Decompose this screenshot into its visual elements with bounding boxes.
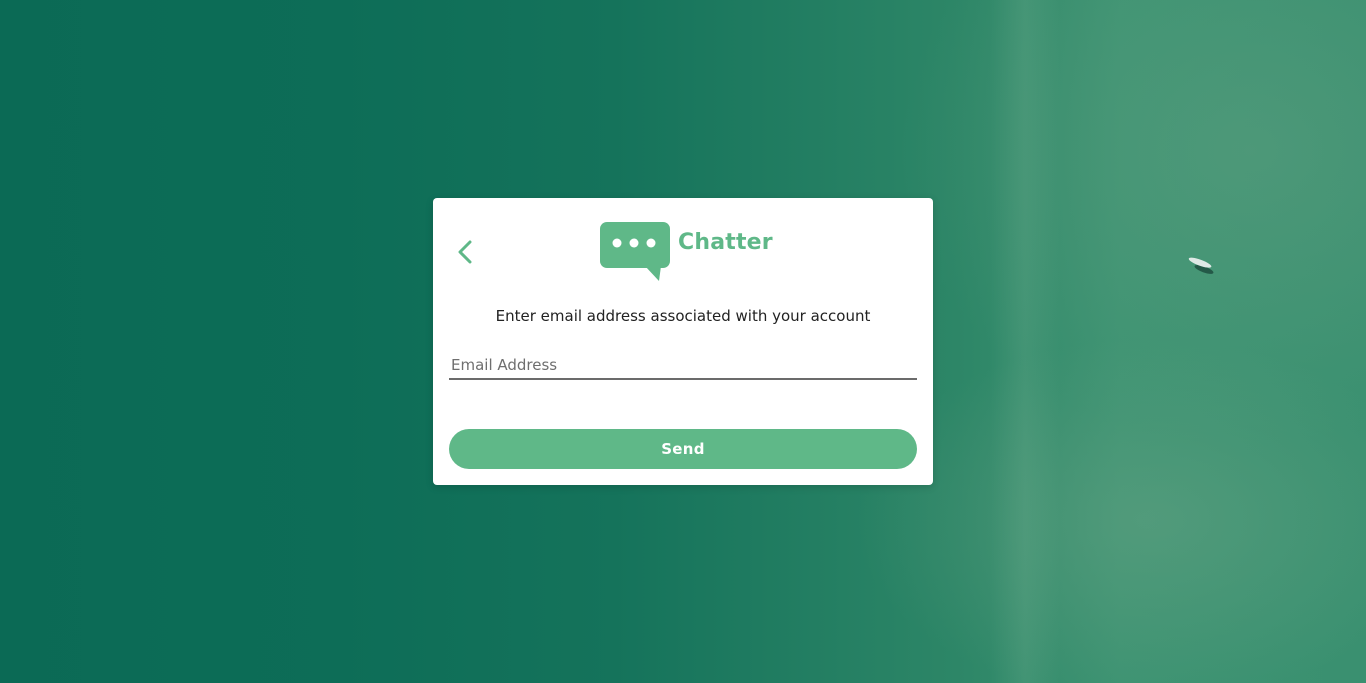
- brand-name: Chatter: [678, 230, 773, 255]
- send-button[interactable]: Send: [449, 429, 917, 469]
- chat-bubble-icon: [600, 222, 670, 281]
- back-button[interactable]: [451, 238, 479, 266]
- shoreline-waves: [990, 0, 1060, 683]
- forgot-password-card: Chatter Enter email address associated w…: [433, 198, 933, 485]
- instruction-text: Enter email address associated with your…: [495, 307, 871, 325]
- chevron-left-icon: [458, 240, 472, 264]
- boat: [1187, 254, 1215, 276]
- email-field[interactable]: [449, 351, 917, 380]
- logo: Chatter: [599, 221, 773, 281]
